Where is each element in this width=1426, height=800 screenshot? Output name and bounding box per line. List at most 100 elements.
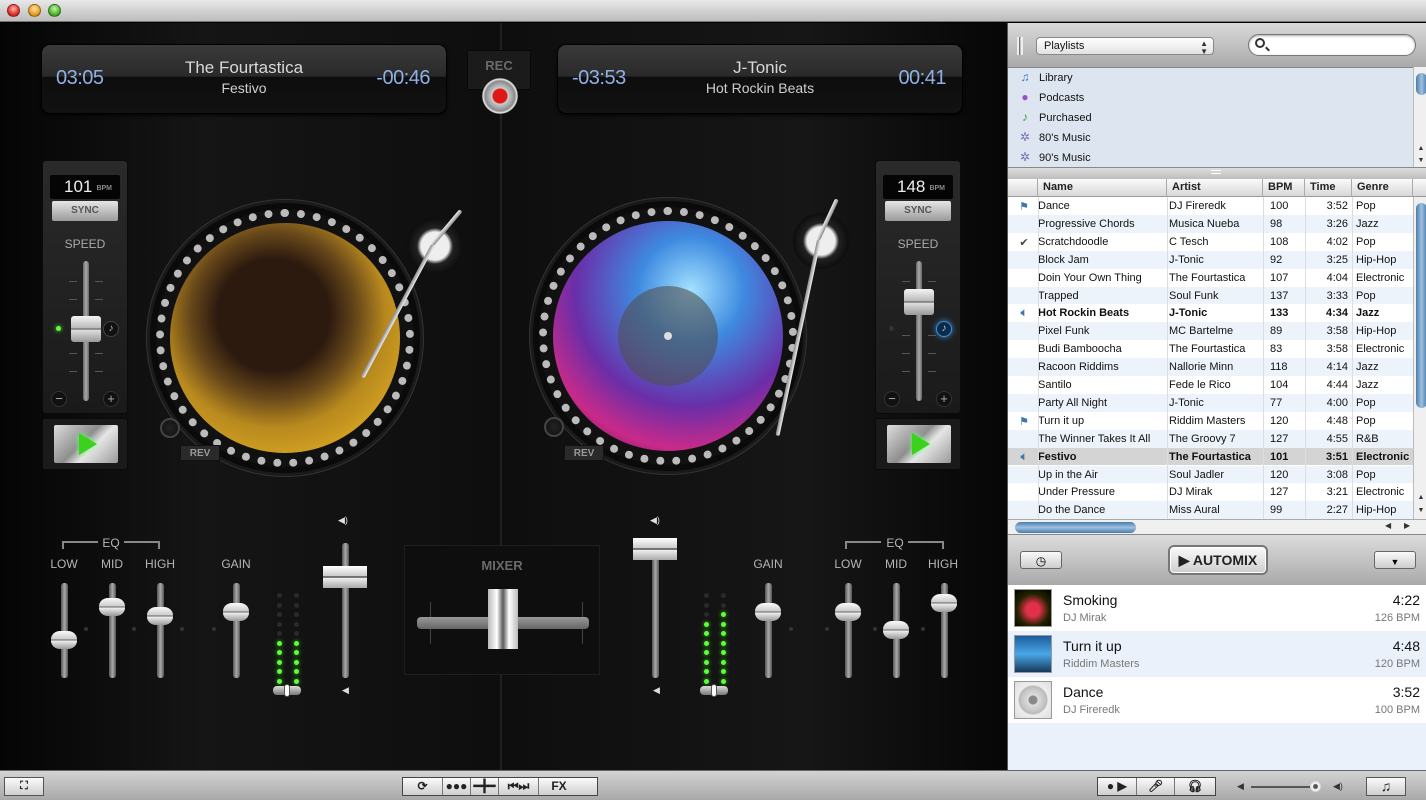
track-scrollbar[interactable]: ▲ ▼ bbox=[1413, 197, 1426, 519]
queue-menu-button[interactable]: ▼ bbox=[1374, 551, 1416, 569]
source-select[interactable]: Playlists ▲ ▼ bbox=[1036, 37, 1214, 56]
fx-button[interactable]: FX bbox=[539, 778, 579, 795]
col-bpm[interactable]: BPM bbox=[1263, 179, 1305, 197]
crossfade-button[interactable]: ━╋━ bbox=[471, 778, 499, 795]
track-hscrollbar[interactable]: ◀ ▶ bbox=[1008, 519, 1426, 534]
mid-label: MID bbox=[101, 557, 123, 571]
speed-minus-button[interactable]: − bbox=[51, 391, 67, 407]
deck-b-volume-track[interactable] bbox=[652, 543, 659, 678]
deck-a-eq-mid-slider[interactable] bbox=[99, 598, 125, 616]
beat-note-icon[interactable]: ♪ bbox=[936, 321, 952, 337]
deck-b-balance-slider[interactable] bbox=[700, 684, 728, 697]
col-time[interactable]: Time bbox=[1305, 179, 1352, 197]
deck-a-start-knob[interactable] bbox=[160, 418, 180, 438]
deck-a-display: 03:05 The Fourtastica Festivo -00:46 bbox=[42, 45, 446, 113]
deck-b-speed-track[interactable] bbox=[916, 261, 922, 401]
deck-b-eq-high-slider[interactable] bbox=[931, 594, 957, 612]
playlist-item[interactable]: ✲ 90's Music bbox=[1008, 148, 1413, 168]
clock-icon: ◷ bbox=[1035, 554, 1047, 568]
deck-b-rev-button[interactable]: REV bbox=[564, 445, 604, 461]
deck-b-gain-slider[interactable] bbox=[755, 603, 781, 621]
queue-item[interactable]: Turn it up Riddim Masters 4:48 120 BPM bbox=[1008, 631, 1426, 677]
deck-a-play-button[interactable] bbox=[54, 425, 118, 463]
resize-grip[interactable] bbox=[1017, 37, 1023, 55]
splitter[interactable] bbox=[1008, 167, 1426, 179]
deck-b-start-knob[interactable] bbox=[544, 417, 564, 437]
track-artist: DJ Fireredk bbox=[1169, 200, 1226, 212]
deck-a-sync-button[interactable]: SYNC bbox=[52, 201, 118, 221]
microphone-button[interactable]: 🎤︎ bbox=[1137, 778, 1176, 795]
deck-a-balance-slider[interactable] bbox=[273, 684, 301, 697]
deck-a-volume-track[interactable] bbox=[342, 543, 349, 678]
speed-plus-button[interactable]: + bbox=[936, 391, 952, 407]
headphones-button[interactable]: 🎧︎ bbox=[1175, 778, 1215, 795]
samples-button[interactable]: ●●● bbox=[443, 778, 471, 795]
beat-note-icon[interactable]: ♪ bbox=[103, 321, 119, 337]
history-button[interactable]: ◷ bbox=[1020, 551, 1062, 569]
deck-b-turntable[interactable] bbox=[533, 201, 803, 471]
playlist-item[interactable]: ♫ Library bbox=[1008, 68, 1413, 88]
playlist-item[interactable]: ♪ Purchased bbox=[1008, 108, 1413, 128]
col-status[interactable] bbox=[1008, 179, 1038, 197]
rec-label: REC bbox=[485, 58, 513, 73]
master-volume-knob[interactable] bbox=[1310, 781, 1322, 792]
playlist-scrollbar[interactable]: ▲ ▼ bbox=[1413, 67, 1426, 167]
record-play-button[interactable]: ● ▶ bbox=[1098, 778, 1137, 795]
automix-button[interactable]: ▶ AUTOMIX bbox=[1168, 545, 1268, 575]
playlist-item[interactable]: ✲ 80's Music bbox=[1008, 128, 1413, 148]
col-name[interactable]: Name bbox=[1038, 179, 1167, 197]
col-artist[interactable]: Artist bbox=[1167, 179, 1263, 197]
dropdown-icon: ▼ bbox=[1390, 557, 1400, 567]
deck-a-speed-slider[interactable] bbox=[71, 316, 101, 342]
track-name: Hot Rockin Beats bbox=[1038, 307, 1130, 320]
track-genre: R&B bbox=[1356, 432, 1379, 445]
track-artist: The Fourtastica bbox=[1169, 450, 1251, 463]
deck-b-speed-slider[interactable] bbox=[904, 289, 934, 315]
deck-a-gain-slider[interactable] bbox=[223, 603, 249, 621]
minimize-button[interactable] bbox=[28, 4, 41, 17]
queue-bpm: 126 BPM bbox=[1374, 612, 1420, 624]
loop-button[interactable]: ⟳ bbox=[403, 778, 443, 795]
track-bpm: 108 bbox=[1270, 235, 1289, 248]
zoom-button[interactable] bbox=[48, 4, 61, 17]
queue-item[interactable]: Dance DJ Fireredk 3:52 100 BPM bbox=[1008, 677, 1426, 723]
col-genre[interactable]: Genre bbox=[1352, 179, 1413, 197]
deck-a-high-track[interactable] bbox=[157, 583, 164, 678]
deck-b-volume-fader[interactable] bbox=[633, 538, 677, 560]
crossfader-handle[interactable] bbox=[488, 589, 518, 649]
record-button[interactable] bbox=[482, 78, 518, 114]
deck-a-volume-fader[interactable] bbox=[323, 566, 367, 588]
speed-minus-button[interactable]: − bbox=[884, 391, 900, 407]
deck-b-gain-track[interactable] bbox=[765, 583, 772, 678]
track-genre: Jazz bbox=[1356, 379, 1379, 391]
track-name: Budi Bamboocha bbox=[1038, 343, 1122, 356]
queue-item[interactable]: Smoking DJ Mirak 4:22 126 BPM bbox=[1008, 585, 1426, 631]
playlist-item[interactable]: ● Podcasts bbox=[1008, 88, 1413, 108]
vu-led bbox=[277, 678, 282, 684]
deck-a-eq-high-slider[interactable] bbox=[147, 607, 173, 625]
deck-a-remaining[interactable]: -00:46 bbox=[376, 67, 430, 90]
deck-a-rev-button[interactable]: REV bbox=[180, 445, 220, 461]
deck-a-turntable[interactable] bbox=[150, 203, 420, 473]
speed-label: SPEED bbox=[897, 237, 939, 251]
deck-a-gain-track[interactable] bbox=[233, 583, 240, 678]
fullscreen-button[interactable]: ⛶ bbox=[4, 777, 44, 796]
close-button[interactable] bbox=[7, 4, 20, 17]
vu-led bbox=[294, 650, 299, 655]
vu-led bbox=[704, 612, 709, 617]
vu-led bbox=[704, 602, 709, 608]
deck-b-eq-mid-slider[interactable] bbox=[883, 621, 909, 639]
skip-button[interactable]: ⏮⏭ bbox=[499, 778, 539, 795]
itunes-button[interactable]: ♫ bbox=[1366, 777, 1406, 796]
speed-plus-button[interactable]: + bbox=[103, 391, 119, 407]
deck-b-low-track[interactable] bbox=[845, 583, 852, 678]
low-label: LOW bbox=[50, 557, 78, 571]
search-input[interactable] bbox=[1248, 34, 1416, 56]
deck-b-sync-button[interactable]: SYNC bbox=[885, 201, 951, 221]
deck-a-eq-low-slider[interactable] bbox=[51, 631, 77, 649]
deck-b-remaining[interactable]: 00:41 bbox=[898, 67, 946, 90]
deck-b-play-button[interactable] bbox=[887, 425, 951, 463]
deck-b-eq-low-slider[interactable] bbox=[835, 603, 861, 621]
volume-low-icon: ◀ bbox=[1237, 781, 1244, 791]
queue-time: 4:22 bbox=[1392, 592, 1420, 608]
